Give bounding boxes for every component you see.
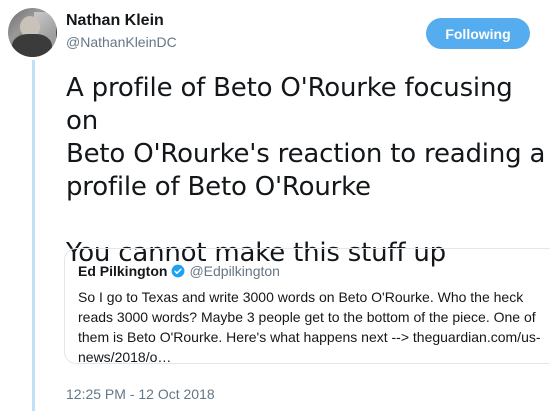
- quoted-author-name: Ed Pilkington: [78, 263, 168, 279]
- tweet-text: A profile of Beto O'Rourke focusing on B…: [66, 73, 546, 268]
- verified-badge-icon: [172, 264, 185, 278]
- tweet-timestamp[interactable]: 12:25 PM - 12 Oct 2018: [66, 386, 215, 402]
- quoted-tweet-header: Ed Pilkington @Edpilkington: [78, 263, 280, 279]
- quoted-tweet-text: So I go to Texas and write 3000 words on…: [78, 289, 541, 365]
- quoted-tweet-card[interactable]: Ed Pilkington @Edpilkington So I go to T…: [64, 248, 550, 365]
- quoted-author-handle: @Edpilkington: [189, 263, 280, 279]
- author-handle[interactable]: @NathanKleinDC: [66, 34, 177, 50]
- author-display-name[interactable]: Nathan Klein: [66, 12, 164, 30]
- avatar[interactable]: [8, 8, 57, 57]
- thread-connector-line: [32, 60, 35, 411]
- following-button[interactable]: Following: [426, 18, 530, 49]
